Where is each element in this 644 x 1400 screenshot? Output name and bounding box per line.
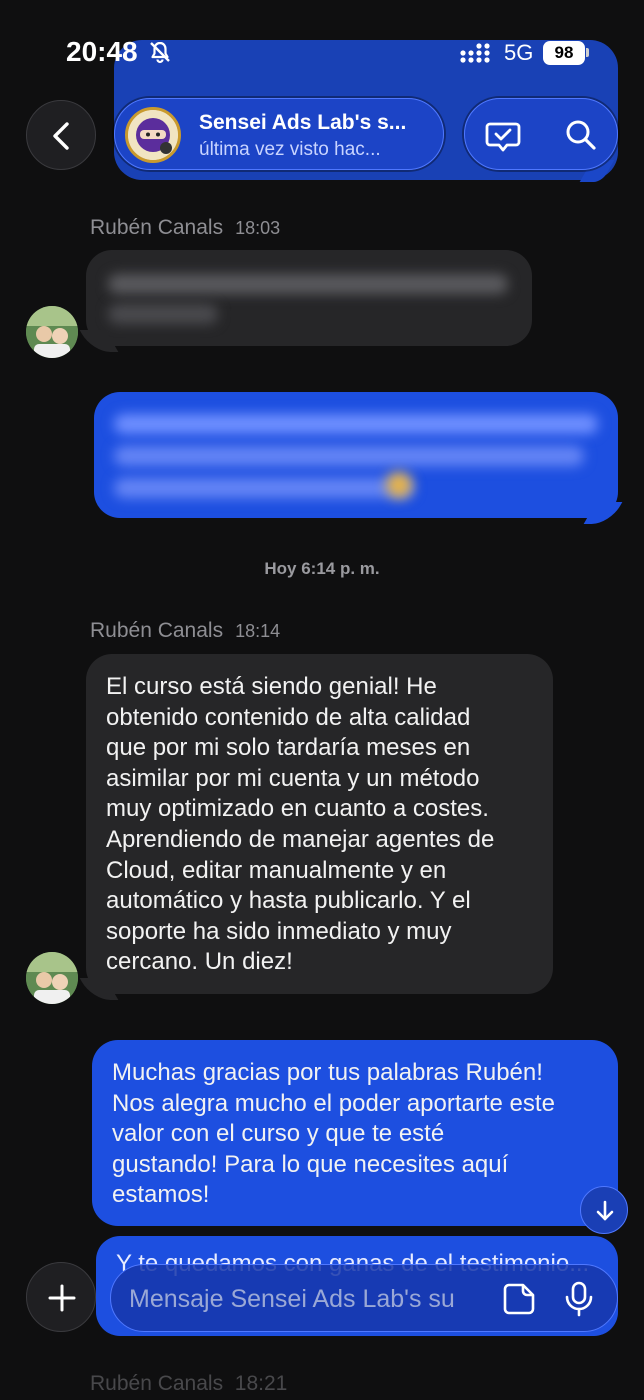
incoming-message-bubble[interactable]: El curso está siendo genial! He obtenido… xyxy=(79,654,553,1000)
chat-header[interactable]: Sensei Ads Lab's s... última vez visto h… xyxy=(114,98,444,170)
message-line: estamos! xyxy=(112,1181,210,1209)
incoming-message-bubble[interactable] xyxy=(79,250,532,352)
redacted-emoji xyxy=(386,472,412,498)
redacted-text xyxy=(108,274,508,294)
sender-header: Rubén Canals 18:21 xyxy=(90,1372,287,1396)
message-time: 18:14 xyxy=(235,621,281,641)
microphone-icon[interactable] xyxy=(559,1279,599,1319)
search-icon[interactable] xyxy=(557,111,605,159)
message-line: muy optimizado en cuanto a costes. xyxy=(106,795,489,823)
message-line: obtenido contenido de alta calidad xyxy=(106,703,471,731)
redacted-text xyxy=(114,446,584,466)
signal-icon xyxy=(460,43,490,63)
scroll-to-bottom-button[interactable] xyxy=(580,1186,628,1234)
message-time: 18:03 xyxy=(235,218,281,238)
battery-tip xyxy=(586,48,589,57)
bubble-tail xyxy=(583,502,623,524)
message-line: asimilar por mi cuenta y un método xyxy=(106,764,480,792)
back-button[interactable] xyxy=(26,100,96,170)
outgoing-message-bubble[interactable] xyxy=(94,392,623,524)
group-avatar xyxy=(125,107,181,163)
message-line: Aprendiendo de manejar agentes de xyxy=(106,825,495,853)
sender-avatar[interactable] xyxy=(26,952,78,1004)
message-input[interactable] xyxy=(129,1279,481,1319)
message-text: Muchas gracias por tus palabras Rubén! N… xyxy=(112,1058,612,1211)
message-line: Muchas gracias por tus palabras Rubén! xyxy=(112,1059,543,1086)
message-time: 18:21 xyxy=(234,1372,288,1395)
message-line: El curso está siendo genial! He xyxy=(106,673,437,700)
sender-header: Rubén Canals 18:14 xyxy=(90,619,280,643)
bell-slash-icon xyxy=(150,41,170,64)
sender-name: Rubén Canals xyxy=(90,216,224,239)
attach-button[interactable] xyxy=(26,1262,96,1332)
sticker-icon[interactable] xyxy=(501,1281,537,1317)
message-composer xyxy=(110,1264,618,1332)
chat-last-seen: última vez visto hac... xyxy=(199,139,381,160)
bubble-tail xyxy=(79,330,119,352)
check-message-icon[interactable] xyxy=(479,111,527,159)
chat-title: Sensei Ads Lab's s... xyxy=(199,111,407,134)
date-separator: Hoy 6:14 p. m. xyxy=(264,559,380,578)
message-line: cercano. Un diez! xyxy=(106,948,293,976)
message-line: que por mi solo tardaría meses en xyxy=(106,734,471,762)
bubble-tail xyxy=(79,978,119,1000)
network-type: 5G xyxy=(504,40,534,65)
message-line: Cloud, editar manualmente y en xyxy=(106,856,447,884)
arrow-down-icon xyxy=(596,1200,614,1221)
redacted-text xyxy=(114,478,414,498)
chevron-left-icon xyxy=(53,122,69,150)
message-text: El curso está siendo genial! He obtenido… xyxy=(106,672,546,978)
status-time: 20:48 xyxy=(66,36,138,67)
sender-avatar[interactable] xyxy=(26,306,78,358)
message-line: Nos alegra mucho el poder aportarte este xyxy=(112,1089,555,1117)
plus-icon xyxy=(48,1284,76,1312)
sender-name: Rubén Canals xyxy=(90,619,224,642)
message-line: automático y hasta publicarlo. Y el xyxy=(106,887,471,915)
message-line: soporte ha sido inmediato y muy xyxy=(106,917,452,945)
redacted-text xyxy=(114,414,598,434)
message-line: gustando! Para lo que necesites aquí xyxy=(112,1150,509,1178)
redacted-text xyxy=(108,304,218,324)
status-bar: 20:48 5G 98 xyxy=(0,0,644,100)
sender-header: Rubén Canals 18:03 xyxy=(90,216,280,240)
outgoing-message-bubble[interactable]: Muchas gracias por tus palabras Rubén! N… xyxy=(92,1040,618,1226)
battery-level: 98 xyxy=(543,41,585,65)
header-actions xyxy=(464,98,618,170)
message-line: valor con el curso y que te esté xyxy=(112,1120,445,1148)
sender-name: Rubén Canals xyxy=(90,1372,224,1395)
